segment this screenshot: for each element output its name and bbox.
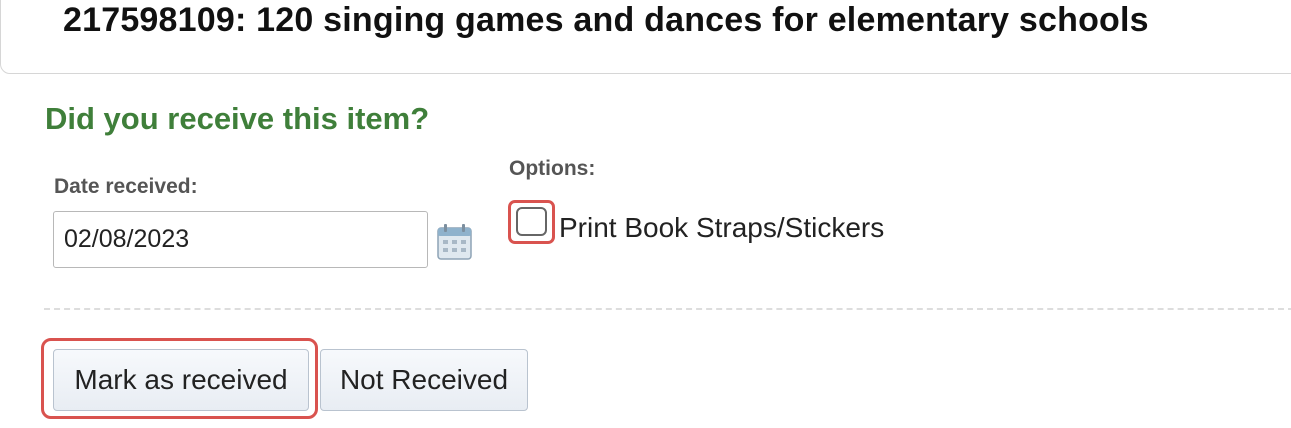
date-received-input[interactable]	[53, 211, 428, 268]
mark-as-received-button[interactable]: Mark as received	[53, 349, 309, 411]
not-received-button[interactable]: Not Received	[320, 349, 528, 411]
print-book-straps-label[interactable]: Print Book Straps/Stickers	[559, 212, 884, 244]
receive-question-heading: Did you receive this item?	[45, 101, 430, 136]
options-label: Options:	[509, 157, 596, 180]
calendar-icon[interactable]	[437, 224, 472, 260]
item-title: 217598109: 120 singing games and dances …	[63, 1, 1149, 39]
date-received-label: Date received:	[54, 175, 198, 198]
print-book-straps-checkbox[interactable]	[516, 207, 547, 236]
item-header-panel: 217598109: 120 singing games and dances …	[0, 0, 1291, 74]
form-divider	[44, 308, 1291, 310]
